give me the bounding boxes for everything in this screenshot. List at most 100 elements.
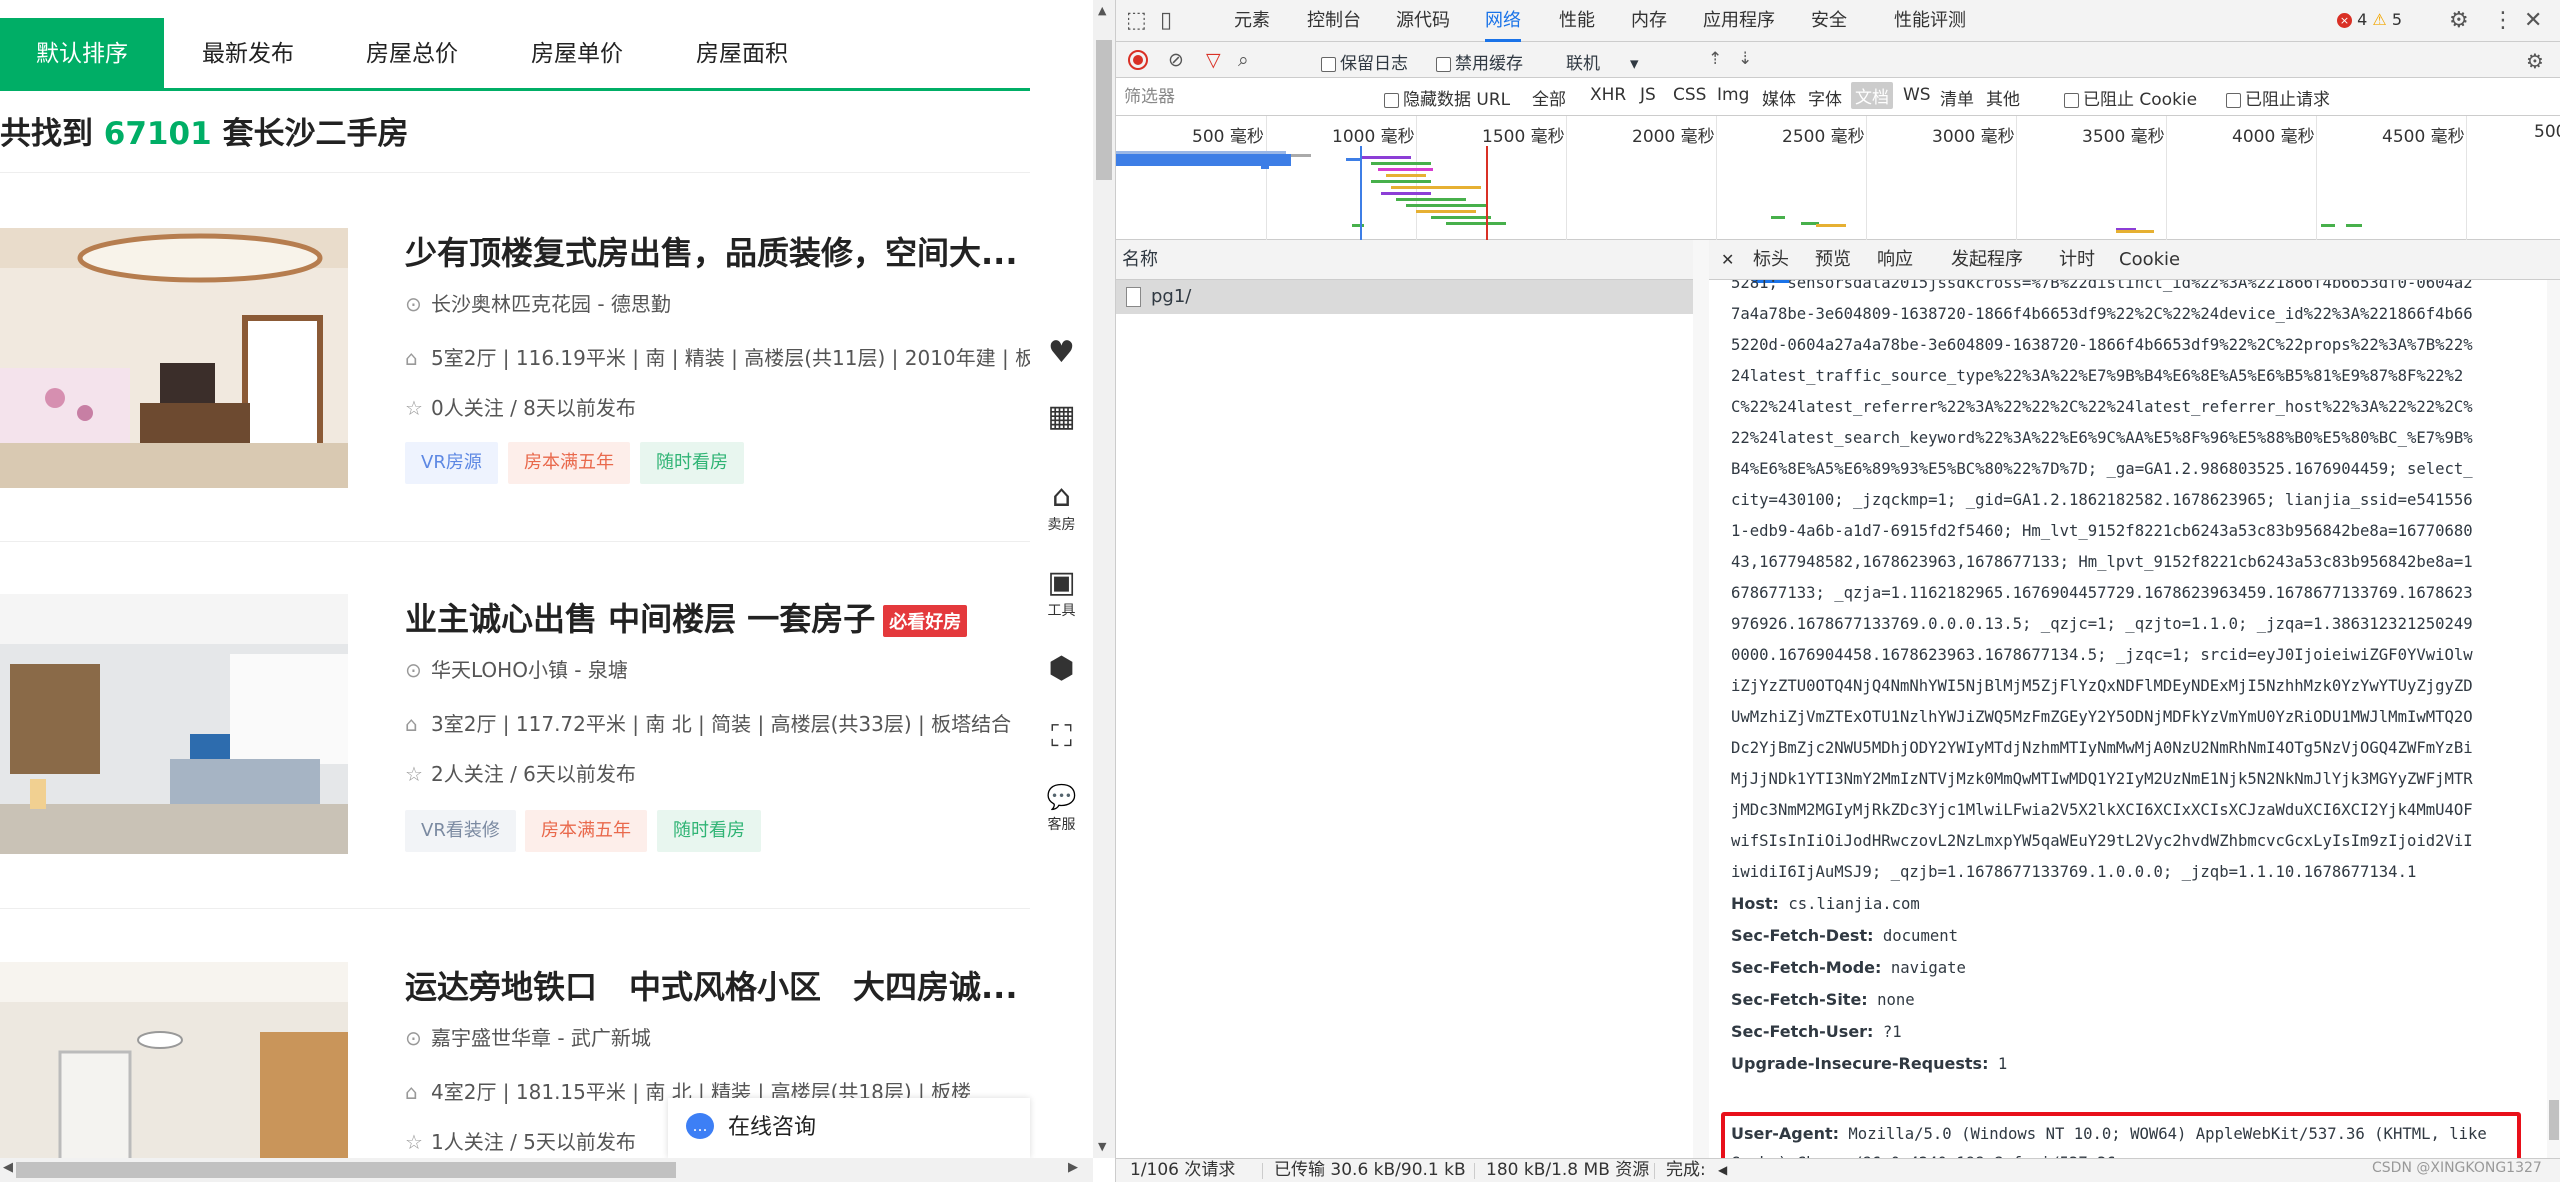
listing-community[interactable]: 华天LOHO小镇 - 泉塘 (431, 658, 628, 682)
scroll-right-arrow-icon[interactable]: ▶ (1068, 1160, 1078, 1175)
listing-title[interactable]: 少有顶楼复式房出售，品质装修，空间大... (405, 228, 1030, 274)
close-devtools-icon[interactable]: ✕ (2524, 8, 2542, 33)
tab-application[interactable]: 应用程序 (1703, 0, 1775, 42)
error-count-badge[interactable]: × 4 ⚠ 5 (2337, 10, 2402, 29)
import-har-icon[interactable]: ⇡ (1708, 49, 1722, 69)
tab-elements[interactable]: 元素 (1234, 0, 1270, 42)
tab-security[interactable]: 安全 (1811, 0, 1847, 42)
network-overview-timeline[interactable]: 500 毫秒 1000 毫秒 1500 毫秒 2000 毫秒 2500 毫秒 3… (1116, 116, 2560, 240)
filter-type-other[interactable]: 其他 (1986, 85, 2020, 110)
sort-tab-unit-price[interactable]: 房屋单价 (497, 18, 657, 90)
header-host: Host: cs.lianjia.com (1731, 888, 2543, 920)
detail-tab-initiator[interactable]: 发起程序 (1951, 240, 2023, 280)
listing-community[interactable]: 长沙奥林匹克花园 - 德思勤 (431, 292, 671, 316)
scroll-up-arrow-icon[interactable]: ▲ (1098, 4, 1106, 17)
blocked-cookies-checkbox[interactable]: 已阻止 Cookie (2064, 85, 2197, 110)
close-detail-icon[interactable]: ✕ (1721, 240, 1734, 280)
record-icon[interactable] (1128, 50, 1148, 70)
scrollbar-thumb[interactable] (16, 1162, 676, 1178)
preserve-log-label: 保留日志 (1340, 54, 1408, 74)
detail-tab-timing[interactable]: 计时 (2059, 240, 2095, 280)
compare-button[interactable]: ▦ (1030, 400, 1093, 434)
filter-type-xhr[interactable]: XHR (1590, 85, 1626, 105)
listing-title[interactable]: 业主诚心出售 中间楼层 一套房子 必看好房 (405, 594, 1030, 640)
detail-tab-preview[interactable]: 预览 (1815, 240, 1851, 280)
filter-type-media[interactable]: 媒体 (1762, 85, 1796, 110)
listing-community[interactable]: 嘉宇盛世华章 - 武广新城 (431, 1026, 651, 1050)
device-toolbar-icon[interactable]: ▯ (1160, 8, 1172, 33)
hide-data-url-checkbox[interactable]: 隐藏数据 URL (1384, 85, 1510, 110)
search-icon[interactable]: ⌕ (1238, 49, 1249, 71)
tab-console[interactable]: 控制台 (1307, 0, 1361, 42)
more-options-icon[interactable]: ⋮ (2492, 8, 2514, 33)
filter-type-doc[interactable]: 文档 (1851, 82, 1893, 109)
detail-tab-headers[interactable]: 标头 (1753, 240, 1789, 283)
cookie-header-line: 5220d-0604a27a4a78be-3e604809-1638720-18… (1731, 336, 2473, 354)
customer-service-button[interactable]: 💬 客服 (1030, 780, 1093, 834)
checkbox-icon (1384, 92, 1399, 108)
detail-scrollbar[interactable] (2547, 280, 2560, 1158)
blocked-requests-checkbox[interactable]: 已阻止请求 (2226, 85, 2330, 110)
request-list-scrollbar[interactable] (1693, 240, 1709, 1158)
scroll-left-arrow-icon[interactable]: ◀ (3, 1160, 13, 1175)
filter-funnel-icon[interactable]: ▽ (1206, 49, 1221, 71)
online-consult-button[interactable]: … 在线咨询 (668, 1098, 1030, 1158)
disable-cache-checkbox[interactable]: 禁用缓存 (1436, 49, 1523, 74)
filter-input[interactable]: 筛选器 (1118, 84, 1374, 110)
filter-type-manifest[interactable]: 清单 (1940, 85, 1974, 110)
network-settings-gear-icon[interactable]: ⚙ (2526, 49, 2544, 73)
timeline-label: 500 毫秒 (1192, 127, 1264, 147)
security-button[interactable]: ⬢ (1030, 652, 1093, 686)
cookie-header-line: 7a4a78be-3e604809-1638720-1866f4b6653df9… (1731, 305, 2473, 323)
header-value: document (1882, 927, 1958, 945)
listing-photo[interactable] (0, 228, 348, 488)
listing-photo[interactable] (0, 962, 348, 1182)
listing-item[interactable]: 少有顶楼复式房出售，品质装修，空间大... ⊙ 长沙奥林匹克花园 - 德思勤 ⌂ 5… (0, 228, 1030, 498)
listing-photo[interactable] (0, 594, 348, 854)
tools-button[interactable]: ▣ 工具 (1030, 566, 1093, 620)
detail-tab-cookies[interactable]: Cookie (2119, 240, 2180, 280)
scroll-down-arrow-icon[interactable]: ▼ (1098, 1140, 1106, 1153)
preserve-log-checkbox[interactable]: 保留日志 (1321, 49, 1408, 74)
scroll-left-arrow-icon[interactable]: ◀ (1718, 1159, 1727, 1181)
detail-tab-response[interactable]: 响应 (1877, 240, 1913, 280)
listing-title-text[interactable]: 业主诚心出售 中间楼层 一套房子 (405, 600, 875, 638)
scan-button[interactable]: ⛶ (1030, 720, 1093, 754)
page-vertical-scrollbar[interactable]: ▲ ▼ (1093, 0, 1115, 1158)
name-column-header[interactable]: 名称 (1116, 240, 1709, 280)
tab-sources[interactable]: 源代码 (1396, 0, 1450, 42)
tools-label: 工具 (1047, 603, 1076, 619)
scrollbar-thumb[interactable] (2549, 1100, 2559, 1140)
filter-type-ws[interactable]: WS (1903, 85, 1931, 105)
favorite-button[interactable]: ♥ (1030, 336, 1093, 370)
throttle-select[interactable]: 联机 ▾ (1566, 49, 1639, 74)
export-har-icon[interactable]: ⇣ (1738, 49, 1752, 69)
sort-tab-newest[interactable]: 最新发布 (168, 18, 328, 90)
scrollbar-thumb[interactable] (1096, 40, 1112, 180)
page-horizontal-scrollbar[interactable]: ◀ ▶ (0, 1158, 1093, 1182)
listing-title[interactable]: 运达旁地铁口 中式风格小区 大四房诚... (405, 962, 1030, 1008)
timeline-label: 3000 毫秒 (1932, 127, 2015, 147)
clear-icon[interactable]: ⊘ (1168, 49, 1184, 71)
listing-info: 5室2厅 | 116.19平米 | 南 | 精装 | 高楼层(共11层) | 2… (431, 346, 1030, 370)
sort-tab-default[interactable]: 默认排序 (0, 18, 164, 90)
tab-lighthouse[interactable]: 性能评测 (1894, 0, 1966, 42)
filter-type-css[interactable]: CSS (1673, 85, 1706, 105)
settings-gear-icon[interactable]: ⚙ (2449, 8, 2469, 33)
tab-performance[interactable]: 性能 (1559, 0, 1595, 42)
filter-type-js[interactable]: JS (1640, 85, 1656, 105)
tab-memory[interactable]: 内存 (1631, 0, 1667, 42)
sort-tab-total-price[interactable]: 房屋总价 (332, 18, 492, 90)
inspect-element-icon[interactable]: ⬚ (1126, 8, 1147, 33)
listing-item[interactable]: 业主诚心出售 中间楼层 一套房子 必看好房 ⊙ 华天LOHO小镇 - 泉塘 ⌂ 3室2… (0, 594, 1030, 864)
sell-house-button[interactable]: ⌂ 卖房 (1030, 480, 1093, 534)
filter-type-img[interactable]: Img (1717, 85, 1749, 105)
filter-type-all[interactable]: 全部 (1532, 85, 1566, 110)
location-pin-icon: ⊙ (405, 292, 422, 316)
header-key: Sec-Fetch-User: (1731, 1022, 1874, 1041)
house-icon: ⌂ (405, 712, 418, 736)
filter-type-font[interactable]: 字体 (1808, 85, 1842, 110)
tab-network[interactable]: 网络 (1485, 0, 1521, 42)
sort-tab-area[interactable]: 房屋面积 (662, 18, 822, 90)
request-row[interactable]: pg1/ (1116, 280, 1709, 314)
